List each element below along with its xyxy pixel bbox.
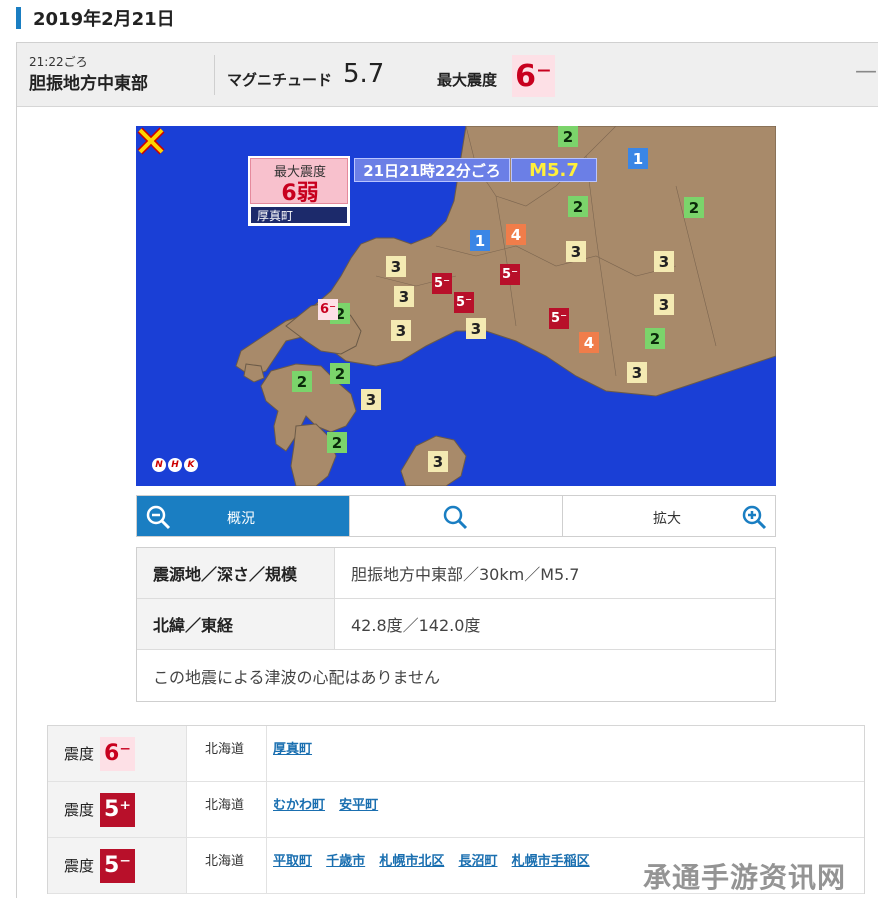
intensity-marker: 3 [386, 256, 406, 277]
intensity-marker: 2 [330, 363, 350, 384]
intensity-marker: 4 [506, 224, 526, 245]
summary-bar[interactable]: 21:22ごろ 胆振地方中東部 マグニチュード 5.7 最大震度 6⁻ — [17, 43, 878, 107]
map-town-label: 厚真町 [250, 206, 348, 224]
intensity-marker: 2 [327, 432, 347, 453]
intensity-marker: 5⁻ [500, 264, 520, 285]
magnitude-label: マグニチュード [227, 71, 333, 89]
map-zoom-bar: 概況 拡大 [136, 495, 776, 537]
intensity-badge: 5⁻ [100, 848, 135, 883]
intensity-marker: 5⁻ [432, 273, 452, 294]
nhk-logo-letter: H [168, 458, 182, 472]
intensity-head: 震度 5⁺ [48, 782, 187, 837]
tsunami-note: この地震による津波の心配はありません [153, 667, 441, 687]
intensity-label: 震度 [64, 745, 95, 763]
info-row-hypocenter: 震源地／深さ／規模 胆振地方中東部／30km／M5.7 [137, 548, 775, 599]
town-link[interactable]: 平取町 [273, 854, 312, 869]
intensity-marker: 2 [292, 371, 312, 392]
town-link[interactable]: 安平町 [339, 798, 378, 813]
zoom-in-icon [742, 505, 767, 530]
intensity-marker: 3 [466, 318, 486, 339]
intensity-map: 最大震度 6弱 厚真町 21日21時22分ごろ M5.7 21221433335… [136, 126, 776, 486]
intensity-label: 震度 [64, 801, 95, 819]
earthquake-panel: 21:22ごろ 胆振地方中東部 マグニチュード 5.7 最大震度 6⁻ — 最大… [16, 42, 878, 898]
epicenter-x-icon [137, 127, 165, 155]
intensity-marker: 1 [628, 148, 648, 169]
town-link[interactable]: 札幌市手稲区 [512, 854, 590, 869]
nhk-logo: N H K [152, 458, 198, 472]
town-link[interactable]: 千歳市 [326, 854, 365, 869]
max-intensity-badge: 6⁻ [512, 55, 555, 97]
zoom-out-icon [146, 505, 171, 530]
map-max-intensity-value: 6弱 [281, 181, 319, 206]
intensity-marker: 3 [566, 241, 586, 262]
intensity-row: 震度 5⁺ 北海道 むかわ町 安平町 [48, 782, 864, 838]
search-icon [443, 505, 468, 530]
town-list: むかわ町 安平町 [267, 782, 864, 837]
intensity-head: 震度 5⁻ [48, 838, 187, 893]
date-header: 2019年2月21日 [16, 6, 175, 30]
info-row-coordinates: 北緯／東経 42.8度／142.0度 [137, 599, 775, 650]
quake-time: 21:22ごろ [29, 55, 88, 69]
intensity-marker: 2 [645, 328, 665, 349]
intensity-marker: 2 [568, 196, 588, 217]
quake-area: 胆振地方中東部 [29, 74, 148, 94]
map-max-intensity-panel: 最大震度 6弱 [250, 158, 348, 206]
town-link[interactable]: むかわ町 [273, 798, 325, 813]
zoom-in-label: 拡大 [653, 511, 681, 527]
map-magnitude-label: M5.7 [511, 158, 597, 182]
nhk-logo-letter: N [152, 458, 166, 472]
town-link[interactable]: 厚真町 [273, 742, 312, 757]
magnitude-value: 5.7 [343, 59, 385, 89]
intensity-marker: 2 [684, 197, 704, 218]
info-row-tsunami: この地震による津波の心配はありません [137, 650, 775, 701]
intensity-marker: 1 [470, 230, 490, 251]
intensity-marker: 3 [361, 389, 381, 410]
quake-info-table: 震源地／深さ／規模 胆振地方中東部／30km／M5.7 北緯／東経 42.8度／… [136, 547, 776, 702]
info-value: 42.8度／142.0度 [351, 616, 481, 635]
town-link[interactable]: 札幌市北区 [379, 854, 444, 869]
prefecture-label: 北海道 [187, 782, 267, 837]
intensity-marker: 3 [654, 294, 674, 315]
intensity-badge: 6⁻ [100, 736, 135, 771]
intensity-marker: 3 [428, 451, 448, 472]
nhk-logo-letter: K [184, 458, 198, 472]
intensity-marker: 3 [391, 320, 411, 341]
map-time-label: 21日21時22分ごろ [354, 158, 510, 182]
watermark: 承通手游资讯网 [643, 861, 847, 894]
intensity-row: 震度 6⁻ 北海道 厚真町 [48, 726, 864, 782]
intensity-marker: 6⁻ [318, 299, 338, 320]
info-head: 震源地／深さ／規模 [137, 548, 335, 598]
town-link[interactable]: 長沼町 [458, 854, 497, 869]
intensity-badge: 5⁺ [100, 792, 135, 827]
intensity-head: 震度 6⁻ [48, 726, 187, 781]
info-head: 北緯／東経 [137, 599, 335, 649]
intensity-marker: 3 [654, 251, 674, 272]
intensity-marker: 2 [558, 126, 578, 147]
zoom-overview-button[interactable]: 概況 [137, 496, 349, 536]
intensity-label: 震度 [64, 857, 95, 875]
max-intensity-label: 最大震度 [437, 71, 498, 89]
date-accent-bar [16, 7, 21, 29]
intensity-marker: 5⁻ [549, 308, 569, 329]
date-title: 2019年2月21日 [33, 9, 175, 30]
intensity-marker: 5⁻ [454, 292, 474, 313]
zoom-in-button[interactable]: 拡大 [562, 496, 775, 536]
collapse-button[interactable]: — [855, 59, 877, 84]
map-max-intensity-box: 最大震度 6弱 厚真町 [248, 156, 350, 226]
intensity-marker: 3 [394, 286, 414, 307]
zoom-overview-label: 概況 [227, 511, 255, 527]
divider [214, 55, 215, 95]
intensity-marker: 3 [627, 362, 647, 383]
prefecture-label: 北海道 [187, 726, 267, 781]
zoom-default-button[interactable] [349, 496, 562, 536]
intensity-marker: 4 [579, 332, 599, 353]
town-list: 厚真町 [267, 726, 864, 781]
prefecture-label: 北海道 [187, 838, 267, 893]
info-value: 胆振地方中東部／30km／M5.7 [351, 565, 580, 584]
